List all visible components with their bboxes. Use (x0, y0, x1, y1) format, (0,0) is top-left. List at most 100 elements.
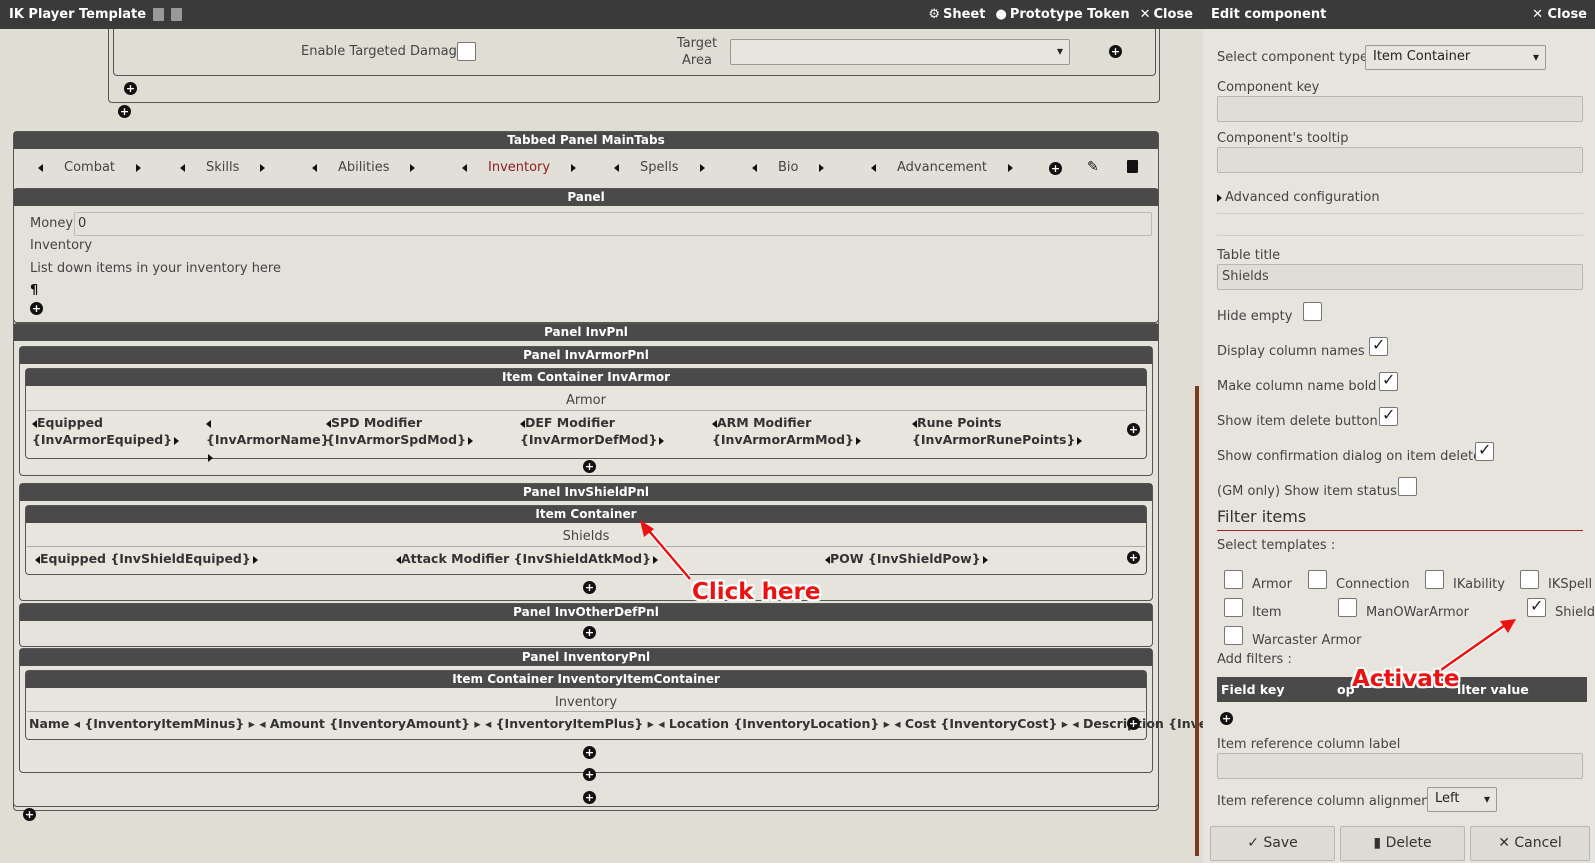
edit-icon[interactable]: ✎ (1087, 159, 1099, 175)
tab-inventory[interactable]: Inventory (462, 160, 577, 175)
caret-right-icon[interactable] (1077, 436, 1083, 445)
tab-advancement[interactable]: Advancement (871, 160, 1013, 175)
caret-left-icon[interactable] (312, 163, 317, 172)
caret-right-icon[interactable] (208, 453, 213, 462)
inventory-label: Inventory (30, 238, 93, 253)
caret-right-icon[interactable] (174, 436, 180, 445)
component-type-select[interactable]: Item Container (1365, 45, 1546, 70)
add-icon[interactable]: + (583, 746, 596, 759)
save-button[interactable]: ✓ Save (1210, 826, 1335, 861)
template-checkbox-shield[interactable] (1527, 596, 1546, 617)
template-checkbox-ikability[interactable] (1425, 570, 1444, 589)
caret-left-icon[interactable] (871, 163, 876, 172)
caret-left-icon[interactable] (38, 163, 43, 172)
document-icon[interactable] (153, 8, 165, 21)
template-checkbox-ikspell[interactable] (1520, 570, 1539, 589)
sheet-canvas: Enable Targeted Damage Target Area + + +… (0, 29, 1203, 863)
armor-column[interactable]: {InvArmorName} (206, 414, 330, 465)
add-icon[interactable]: + (583, 460, 596, 473)
add-icon[interactable]: + (30, 302, 43, 315)
close-editor-button[interactable]: ✕ Close (1532, 7, 1587, 22)
add-filter-icon[interactable]: + (1220, 712, 1233, 725)
caret-right-icon[interactable] (982, 555, 988, 564)
add-icon[interactable]: + (583, 791, 596, 804)
tooltip-label: Component's tooltip (1217, 131, 1349, 146)
caret-left-icon[interactable] (614, 163, 619, 172)
inventory-columns[interactable]: Name ◂ {InventoryItemMinus} ▸ ◂ Amount {… (29, 716, 1203, 731)
divider (1217, 213, 1583, 214)
caret-right-icon[interactable] (819, 163, 825, 172)
tab-bio[interactable]: Bio (752, 160, 825, 175)
caret-right-icon[interactable] (699, 163, 705, 172)
component-key-input[interactable] (1217, 96, 1583, 122)
caret-left-icon[interactable] (752, 163, 757, 172)
add-icon[interactable]: + (23, 808, 36, 821)
scrollbar[interactable] (1195, 386, 1199, 856)
caret-right-icon[interactable] (136, 163, 142, 172)
template-checkbox-connection[interactable] (1308, 570, 1327, 589)
cancel-button[interactable]: ✕ Cancel (1470, 826, 1590, 861)
enable-targeted-damage-checkbox[interactable] (457, 42, 476, 61)
make-bold-checkbox[interactable] (1379, 370, 1398, 391)
tab-spells[interactable]: Spells (614, 160, 705, 175)
armor-column[interactable]: DEF Modifier {InvArmorDefMod} (520, 414, 700, 448)
tab-combat[interactable]: Combat (38, 160, 142, 175)
display-column-names-checkbox[interactable] (1369, 335, 1388, 356)
prototype-token-button[interactable]: ● Prototype Token (995, 7, 1129, 22)
money-input[interactable]: 0 (74, 212, 1152, 236)
template-checkbox-warcaster-armor[interactable] (1224, 626, 1243, 645)
select-templates-label: Select templates : (1217, 538, 1336, 553)
show-delete-checkbox[interactable] (1379, 405, 1398, 426)
armor-column[interactable]: Equipped {InvArmorEquiped} (32, 414, 212, 448)
caret-right-icon (1217, 193, 1222, 202)
caret-right-icon[interactable] (855, 436, 861, 445)
delete-button[interactable]: ▮ Delete (1340, 826, 1465, 861)
caret-right-icon[interactable] (1007, 163, 1013, 172)
trash-icon[interactable] (1127, 160, 1138, 173)
caret-left-icon[interactable] (180, 163, 185, 172)
table-title-input[interactable]: Shields (1217, 264, 1583, 290)
caret-right-icon[interactable] (659, 436, 665, 445)
add-icon[interactable]: + (118, 105, 131, 118)
panel-invotherdefpnl: Panel InvOtherDefPnl (19, 603, 1153, 647)
tooltip-input[interactable] (1217, 147, 1583, 173)
caret-left-icon[interactable] (462, 163, 467, 172)
armor-column[interactable]: Rune Points {InvArmorRunePoints} (912, 414, 1092, 448)
add-icon[interactable]: + (583, 768, 596, 781)
caret-right-icon[interactable] (571, 163, 577, 172)
show-confirm-checkbox[interactable] (1475, 440, 1494, 461)
ref-col-input[interactable] (1217, 753, 1583, 779)
close-sheet-button[interactable]: ✕ Close (1140, 7, 1193, 22)
template-checkbox-manowararmor[interactable] (1338, 598, 1357, 617)
armor-column[interactable]: ARM Modifier {InvArmorArmMod} (712, 414, 892, 448)
add-tab-icon[interactable]: + (1049, 162, 1062, 175)
template-checkbox-item[interactable] (1224, 598, 1243, 617)
template-checkbox-armor[interactable] (1224, 570, 1243, 589)
target-area-label: Target Area (676, 36, 718, 68)
caret-left-icon[interactable] (206, 419, 211, 428)
save-doc-icon[interactable] (171, 8, 183, 21)
tab-abilities[interactable]: Abilities (312, 160, 416, 175)
caret-right-icon[interactable] (260, 163, 266, 172)
shield-column[interactable]: POW {InvShieldPow} (825, 551, 988, 566)
add-icon[interactable]: + (1109, 45, 1122, 58)
gm-status-checkbox[interactable] (1398, 477, 1417, 496)
shield-column[interactable]: Equipped {InvShieldEquiped} (35, 551, 258, 566)
add-icon[interactable]: + (124, 82, 137, 95)
ref-align-select[interactable]: Left (1427, 787, 1497, 812)
advanced-configuration-toggle[interactable]: Advanced configuration (1217, 190, 1380, 205)
add-column-icon[interactable]: + (1127, 551, 1140, 564)
add-icon[interactable]: + (583, 626, 596, 639)
armor-column[interactable]: SPD Modifier {InvArmorSpdMod} (326, 414, 506, 448)
add-icon[interactable]: + (583, 581, 596, 594)
hide-empty-checkbox[interactable] (1303, 302, 1322, 321)
caret-right-icon[interactable] (252, 555, 258, 564)
target-area-select[interactable] (730, 39, 1070, 65)
add-column-icon[interactable]: + (1127, 423, 1140, 436)
caret-right-icon[interactable] (467, 436, 473, 445)
tab-skills[interactable]: Skills (180, 160, 266, 175)
caret-right-icon[interactable] (410, 163, 416, 172)
shield-column[interactable]: Attack Modifier {InvShieldAtkMod} (396, 551, 658, 566)
add-column-icon[interactable]: + (1127, 717, 1140, 730)
sheet-button[interactable]: ⚙ Sheet (928, 7, 985, 22)
